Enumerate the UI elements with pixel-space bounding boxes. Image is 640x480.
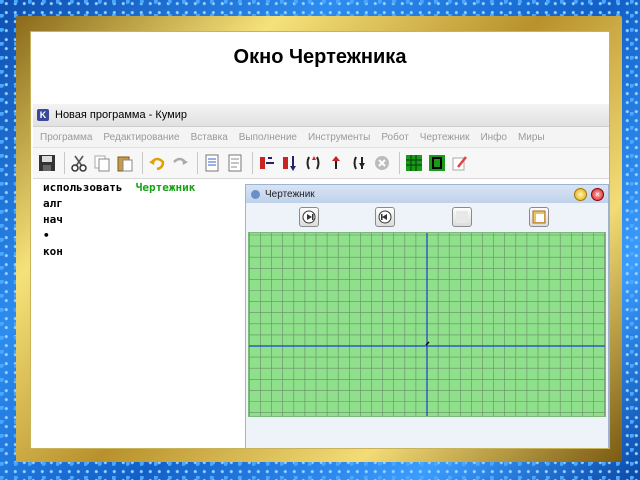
menu-tools[interactable]: Инструменты [308, 132, 370, 143]
close-button[interactable]: × [591, 188, 604, 201]
drawer-toolbar [246, 203, 608, 232]
menu-run[interactable]: Выполнение [239, 132, 297, 143]
cut-icon[interactable] [69, 153, 89, 173]
code-line: • [33, 228, 248, 244]
drawing-canvas[interactable] [248, 232, 606, 417]
window-title: Новая программа - Кумир [55, 109, 187, 121]
indent-icon[interactable] [202, 153, 222, 173]
step-into-icon[interactable] [280, 153, 300, 173]
drawer-window-icon [251, 189, 260, 199]
menu-bar: Программа Редактирование Вставка Выполне… [33, 127, 609, 148]
code-line: нач [33, 212, 248, 228]
menu-robot[interactable]: Робот [381, 132, 408, 143]
step-over-icon[interactable] [257, 153, 277, 173]
code-line: кон [33, 244, 248, 260]
menu-insert[interactable]: Вставка [191, 132, 228, 143]
zoom-out-icon[interactable] [375, 207, 395, 227]
toolbar-divider [197, 152, 198, 174]
kumir-window: K Новая программа - Кумир Программа Реда… [33, 104, 609, 448]
unindent-icon[interactable] [225, 153, 245, 173]
slide-title: Окно Чертежника [233, 46, 407, 68]
minimize-button[interactable] [574, 188, 587, 201]
copy-icon[interactable] [92, 153, 112, 173]
code-keyword: кон [43, 245, 63, 258]
run-icon[interactable] [349, 153, 369, 173]
menu-program[interactable]: Программа [40, 132, 92, 143]
undo-icon[interactable] [147, 153, 167, 173]
redo-icon[interactable] [170, 153, 190, 173]
code-keyword: алг [43, 197, 63, 210]
menu-edit[interactable]: Редактирование [103, 132, 179, 143]
code-line: использовать Чертежник [33, 180, 248, 196]
stop-icon[interactable] [372, 153, 392, 173]
window-titlebar: K Новая программа - Кумир [33, 104, 609, 127]
clear-icon[interactable] [452, 207, 472, 227]
code-keyword: нач [43, 213, 63, 226]
save-image-icon[interactable] [529, 207, 549, 227]
drawer-title: Чертежник [265, 188, 315, 200]
drawer-titlebar: Чертежник × [246, 185, 608, 203]
toolbar-divider [252, 152, 253, 174]
step-back-icon[interactable] [326, 153, 346, 173]
zoom-in-icon[interactable] [299, 207, 319, 227]
menu-drawer[interactable]: Чертежник [420, 132, 470, 143]
edit-pencil-icon[interactable] [450, 153, 470, 173]
menu-info[interactable]: Инфо [480, 132, 507, 143]
code-keyword: использовать [43, 181, 123, 194]
toolbar-divider [64, 152, 65, 174]
slide: Окно Чертежника K Новая программа - Куми… [30, 31, 610, 449]
code-editor[interactable]: использовать Чертежник алг нач • кон [33, 180, 248, 448]
paste-icon[interactable] [115, 153, 135, 173]
code-bullet: • [43, 229, 50, 242]
save-icon[interactable] [37, 153, 57, 173]
toolbar [33, 148, 609, 179]
menu-worlds[interactable]: Миры [518, 132, 545, 143]
drawer-window: Чертежник × [245, 184, 609, 448]
step-out-icon[interactable] [303, 153, 323, 173]
toolbar-divider [399, 152, 400, 174]
robot-window-icon[interactable] [404, 153, 424, 173]
toolbar-divider [142, 152, 143, 174]
code-line: алг [33, 196, 248, 212]
app-icon: K [37, 109, 49, 121]
code-argument: Чертежник [135, 181, 196, 194]
drawer-window-icon[interactable] [427, 153, 447, 173]
